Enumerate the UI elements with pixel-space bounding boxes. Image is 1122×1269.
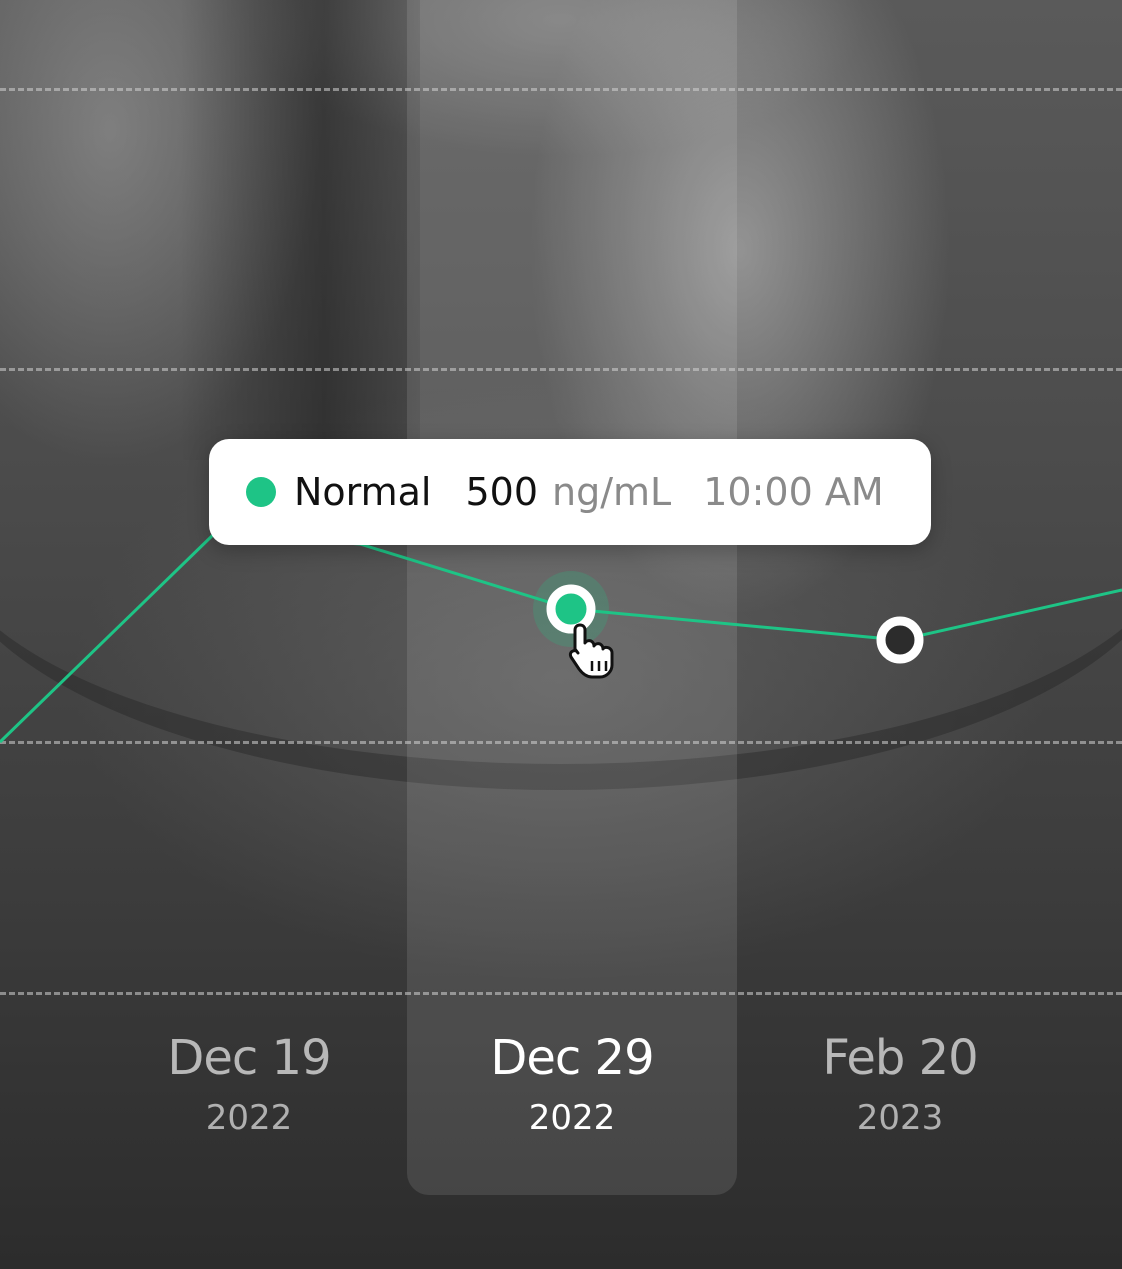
- x-tick-year: 2022: [528, 1098, 616, 1138]
- tooltip-unit: ng/mL: [552, 470, 672, 514]
- data-point[interactable]: [876, 616, 924, 664]
- x-tick-dec-29[interactable]: Dec 29 2022: [407, 1030, 737, 1138]
- x-tick-date: Dec 19: [167, 1030, 331, 1086]
- x-tick-dec-19[interactable]: Dec 19 2022: [84, 1030, 414, 1138]
- tooltip-status: Normal: [294, 470, 432, 514]
- x-tick-year: 2023: [856, 1098, 944, 1138]
- x-tick-year: 2022: [205, 1098, 293, 1138]
- status-dot: [246, 477, 276, 507]
- value-tooltip: Normal 500 ng/mL 10:00 AM: [209, 439, 931, 545]
- chart-stage: Normal 500 ng/mL 10:00 AM Dec 19 2022 De…: [0, 0, 1122, 1269]
- data-point-selected[interactable]: [546, 584, 596, 634]
- x-tick-date: Feb 20: [822, 1030, 978, 1086]
- tooltip-time: 10:00 AM: [703, 470, 884, 514]
- tooltip-value: 500: [465, 470, 539, 514]
- x-tick-feb-20[interactable]: Feb 20 2023: [735, 1030, 1065, 1138]
- x-tick-date: Dec 29: [490, 1030, 654, 1086]
